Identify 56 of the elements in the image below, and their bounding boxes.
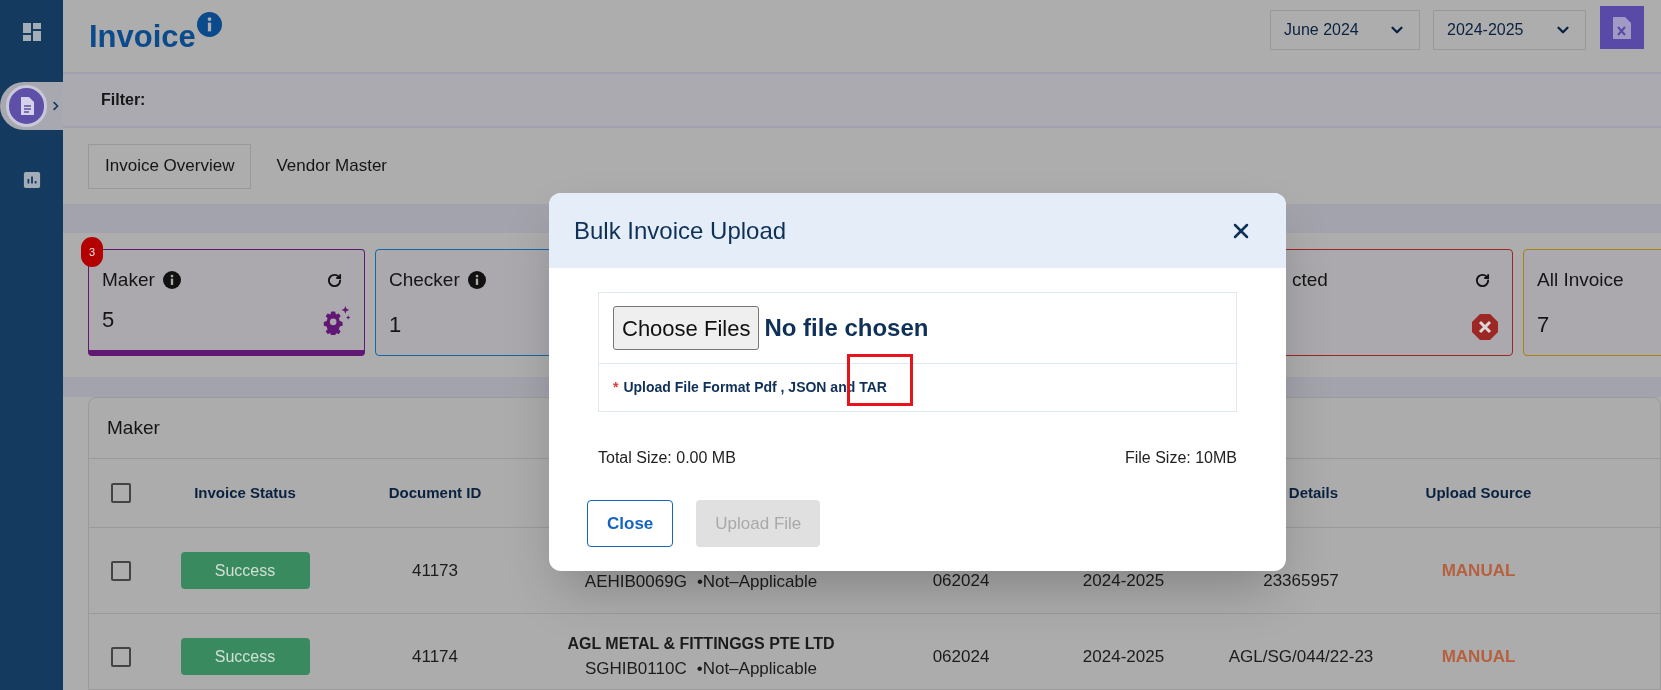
column-header: Details <box>1288 483 1338 501</box>
card-count: 1 <box>389 311 402 339</box>
filter-label: Filter: <box>101 90 146 110</box>
page-title: Invoice <box>89 18 196 56</box>
dialog-title: Bulk Invoice Upload <box>574 215 787 246</box>
info-icon <box>467 271 486 290</box>
count-badge: 3 <box>81 237 103 267</box>
table-cell: 062024 <box>932 646 990 666</box>
close-button[interactable]: Close <box>587 500 674 547</box>
column-header: Document ID <box>388 483 482 501</box>
dashboard-icon[interactable] <box>21 22 42 42</box>
vendor-code: AEHIB0069G <box>584 570 687 593</box>
upload-source: MANUAL <box>1441 560 1516 580</box>
table-cell: 41174 <box>412 646 458 666</box>
spreadsheet-file-icon <box>1612 15 1632 40</box>
table-cell: 2024-2025 <box>1082 570 1165 590</box>
card-label: All Invoice <box>1537 268 1624 292</box>
table-cell: AGL/SG/044/22-23 <box>1228 646 1374 666</box>
row-checkbox[interactable] <box>111 483 131 503</box>
vendor-note: •Not–Applicable <box>696 570 818 593</box>
table-cell: 2024-2025 <box>1082 646 1165 666</box>
period-select[interactable]: 2024-2025 <box>1433 10 1586 50</box>
row-checkbox[interactable] <box>111 560 131 581</box>
card-label: cted <box>1292 268 1328 292</box>
required-mark: * <box>613 378 619 397</box>
refresh-icon[interactable] <box>327 272 342 288</box>
upload-source: MANUAL <box>1441 646 1516 666</box>
vendor-name: AGL METAL & FITTINGGS PTE LTD <box>567 633 835 654</box>
info-icon <box>162 271 181 290</box>
status-badge: Success <box>180 638 310 675</box>
tab[interactable]: Vendor Master <box>259 143 404 189</box>
excel-export-button[interactable] <box>1600 6 1644 49</box>
info-icon <box>196 12 222 37</box>
choose-files-button[interactable]: Choose Files <box>613 306 760 350</box>
table-cell: 23365957 <box>1263 570 1339 590</box>
column-header: Upload Source <box>1425 483 1532 501</box>
table-cell: 41173 <box>412 560 458 580</box>
tab[interactable]: Invoice Overview <box>88 143 252 189</box>
card-count: 5 <box>102 306 115 334</box>
card-label: Checker <box>389 268 460 292</box>
refresh-icon[interactable] <box>1475 272 1490 288</box>
bar-chart-icon[interactable] <box>22 171 41 189</box>
sidebar-item[interactable] <box>6 85 48 127</box>
vendor-note: •Not–Applicable <box>696 657 817 680</box>
gear-sparkle-icon <box>321 304 351 335</box>
status-badge: Success <box>180 552 310 589</box>
card-label: Maker <box>102 268 155 292</box>
vendor-code: SGHIB0110C <box>584 657 687 680</box>
column-header: Invoice Status <box>194 483 296 501</box>
card-count: 7 <box>1537 311 1550 339</box>
status-card[interactable]: All Invoice 7 <box>1523 249 1661 356</box>
error-icon <box>1471 313 1499 341</box>
row-checkbox[interactable] <box>111 646 131 667</box>
period-select[interactable]: June 2024 <box>1270 10 1420 50</box>
file-status: No file chosen <box>764 313 929 343</box>
table-cell: 062024 <box>932 570 990 590</box>
